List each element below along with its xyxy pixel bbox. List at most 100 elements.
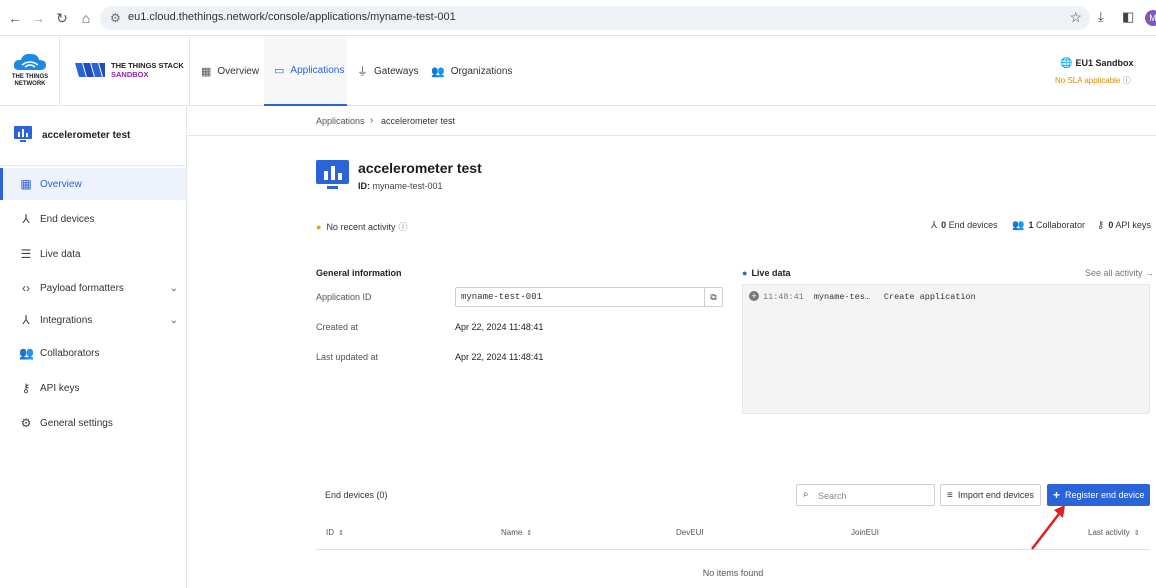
sidebar-app-header: accelerometer test — [0, 106, 186, 166]
gateway-icon: ⏚ — [357, 66, 368, 78]
stat-count: 1 — [1028, 220, 1034, 230]
stat-count: 0 — [941, 220, 947, 230]
stat-end-devices[interactable]: ⅄ 0 End devices — [931, 220, 998, 231]
side-panel-icon[interactable]: ◧ — [1122, 9, 1134, 25]
stack-title: THE THINGS STACK — [111, 61, 184, 70]
event-source: myname-tes… — [813, 292, 870, 302]
chevron-down-icon[interactable]: ⌄ — [170, 283, 178, 294]
updated-at-label: Last updated at — [316, 352, 379, 362]
column-joineui: JoinEUI — [851, 528, 879, 537]
topnav-organizations[interactable]: 👥 Organizations — [421, 36, 512, 106]
download-icon[interactable]: ⤓ — [1098, 9, 1104, 25]
sidebar-item-label: Overview — [40, 178, 82, 190]
topnav-label: Overview — [217, 65, 260, 77]
sidebar-item-label: Integrations — [40, 314, 93, 326]
sidebar-item-label: End devices — [40, 213, 95, 225]
sidebar-app-name: accelerometer test — [42, 130, 131, 141]
search-input[interactable]: ⌕ Search — [796, 484, 935, 506]
sidebar-item-end-devices[interactable]: ⅄ End devices — [0, 203, 186, 235]
reload-icon[interactable]: ↻ — [53, 9, 71, 27]
sla-notice: No SLA applicable ⓘ — [1055, 75, 1131, 86]
sidebar: accelerometer test ▦ Overview ⅄ End devi… — [0, 106, 187, 588]
sidebar-item-overview[interactable]: ▦ Overview — [0, 168, 186, 200]
general-info-heading: General information — [316, 268, 402, 278]
column-label: JoinEUI — [851, 528, 880, 537]
id-value: myname-test-001 — [372, 181, 443, 191]
search-icon: ⌕ — [803, 489, 809, 500]
app-header: THE THINGS NETWORK THE THINGS STACK SANDB… — [0, 36, 1156, 106]
event-time: 11:48:41 — [763, 292, 804, 302]
see-all-activity-link[interactable]: See all activity → — [1085, 268, 1154, 278]
column-label: Last activity — [1088, 528, 1130, 537]
back-icon[interactable]: ← — [6, 9, 24, 27]
browser-toolbar: ← → ↻ ⌂ ⚙ eu1.cloud.thethings.network/co… — [0, 0, 1156, 36]
application-icon — [14, 126, 32, 142]
sort-icon: ⇕ — [526, 530, 533, 537]
page-title: accelerometer test — [358, 160, 482, 176]
topnav-gateways[interactable]: ⏚ Gateways — [347, 36, 421, 106]
ttn-logo-text: THE THINGS NETWORK — [11, 74, 49, 87]
id-label: ID: — [358, 181, 370, 191]
copy-icon[interactable]: ⧉ — [704, 288, 722, 306]
sla-text: No SLA applicable — [1055, 76, 1121, 85]
application-id-line: ID: myname-test-001 — [358, 181, 443, 191]
sidebar-item-payload-formatters[interactable]: ‹› Payload formatters ⌄ — [0, 272, 186, 304]
stack-logo[interactable]: THE THINGS STACK SANDBOX — [60, 36, 190, 106]
forward-icon[interactable]: → — [29, 9, 47, 27]
profile-avatar[interactable]: M — [1145, 10, 1156, 26]
cluster-selector[interactable]: 🌐 EU1 Sandbox — [1060, 58, 1133, 69]
topnav-overview[interactable]: ▦ Overview — [191, 36, 264, 106]
help-icon[interactable]: ⓘ — [398, 222, 407, 232]
live-event-row[interactable]: +11:48:41 myname-tes… Create application — [749, 291, 976, 302]
stat-label: API keys — [1115, 220, 1151, 230]
help-icon[interactable]: ⓘ — [1123, 76, 1131, 85]
empty-state: No items found — [702, 568, 764, 578]
expand-icon[interactable]: + — [749, 291, 759, 301]
address-bar[interactable]: ⚙ eu1.cloud.thethings.network/console/ap… — [100, 6, 1090, 30]
sidebar-item-label: General settings — [40, 417, 113, 429]
globe-icon: 🌐 — [1060, 58, 1073, 69]
sidebar-item-integrations[interactable]: ⅄ Integrations ⌄ — [0, 304, 186, 336]
live-data-panel[interactable]: +11:48:41 myname-tes… Create application — [742, 284, 1150, 414]
live-data-heading: ● Live data — [742, 268, 790, 278]
sidebar-item-api-keys[interactable]: ⚷ API keys — [0, 372, 186, 404]
sidebar-item-general-settings[interactable]: ⚙ General settings — [0, 407, 186, 439]
breadcrumb-applications[interactable]: Applications — [316, 116, 365, 126]
device-network-icon: ⅄ — [931, 220, 938, 231]
column-label: DevEUI — [676, 528, 704, 537]
gear-icon: ⚙ — [20, 416, 32, 430]
column-deveui: DevEUI — [676, 528, 704, 537]
sidebar-item-label: Payload formatters — [40, 282, 124, 294]
topnav-label: Gateways — [374, 65, 419, 77]
code-icon: ‹› — [22, 281, 30, 295]
key-icon: ⚷ — [1097, 220, 1105, 231]
column-last-activity[interactable]: Last activity ⇕ — [1088, 528, 1140, 537]
integration-icon: ⅄ — [22, 313, 30, 327]
cloud-logo-icon — [13, 53, 46, 70]
grid-icon: ▦ — [20, 177, 32, 191]
sort-icon: ⇕ — [1133, 530, 1140, 537]
search-placeholder: Search — [818, 491, 847, 501]
sidebar-item-collaborators[interactable]: 👥 Collaborators — [0, 337, 186, 369]
home-icon[interactable]: ⌂ — [77, 9, 95, 27]
ttn-logo[interactable]: THE THINGS NETWORK — [0, 36, 60, 106]
breadcrumb-current: accelerometer test — [381, 116, 456, 126]
stat-label: Collaborator — [1035, 220, 1086, 230]
column-id[interactable]: ID ⇕ — [326, 528, 344, 537]
created-at-label: Created at — [316, 322, 359, 332]
breadcrumb: Applications › accelerometer test — [187, 106, 1156, 136]
site-info-icon[interactable]: ⚙ — [110, 11, 121, 25]
chevron-down-icon[interactable]: ⌄ — [170, 315, 178, 326]
topnav-applications[interactable]: ▭ Applications — [264, 36, 347, 106]
window-icon: ▭ — [274, 64, 285, 77]
grid-icon: ▦ — [201, 65, 212, 78]
people-icon: 👥 — [431, 65, 445, 78]
import-label: Import end devices — [957, 490, 1034, 500]
sidebar-item-live-data[interactable]: ☰ Live data — [0, 238, 186, 270]
people-icon: 👥 — [1012, 220, 1025, 231]
stat-api-keys[interactable]: ⚷ 0 API keys — [1097, 220, 1151, 231]
people-icon: 👥 — [19, 346, 34, 360]
stat-collaborators[interactable]: 👥 1 Collaborator — [1012, 220, 1085, 231]
column-name[interactable]: Name ⇕ — [501, 528, 532, 537]
bookmark-star-icon[interactable]: ☆ — [1069, 9, 1082, 26]
